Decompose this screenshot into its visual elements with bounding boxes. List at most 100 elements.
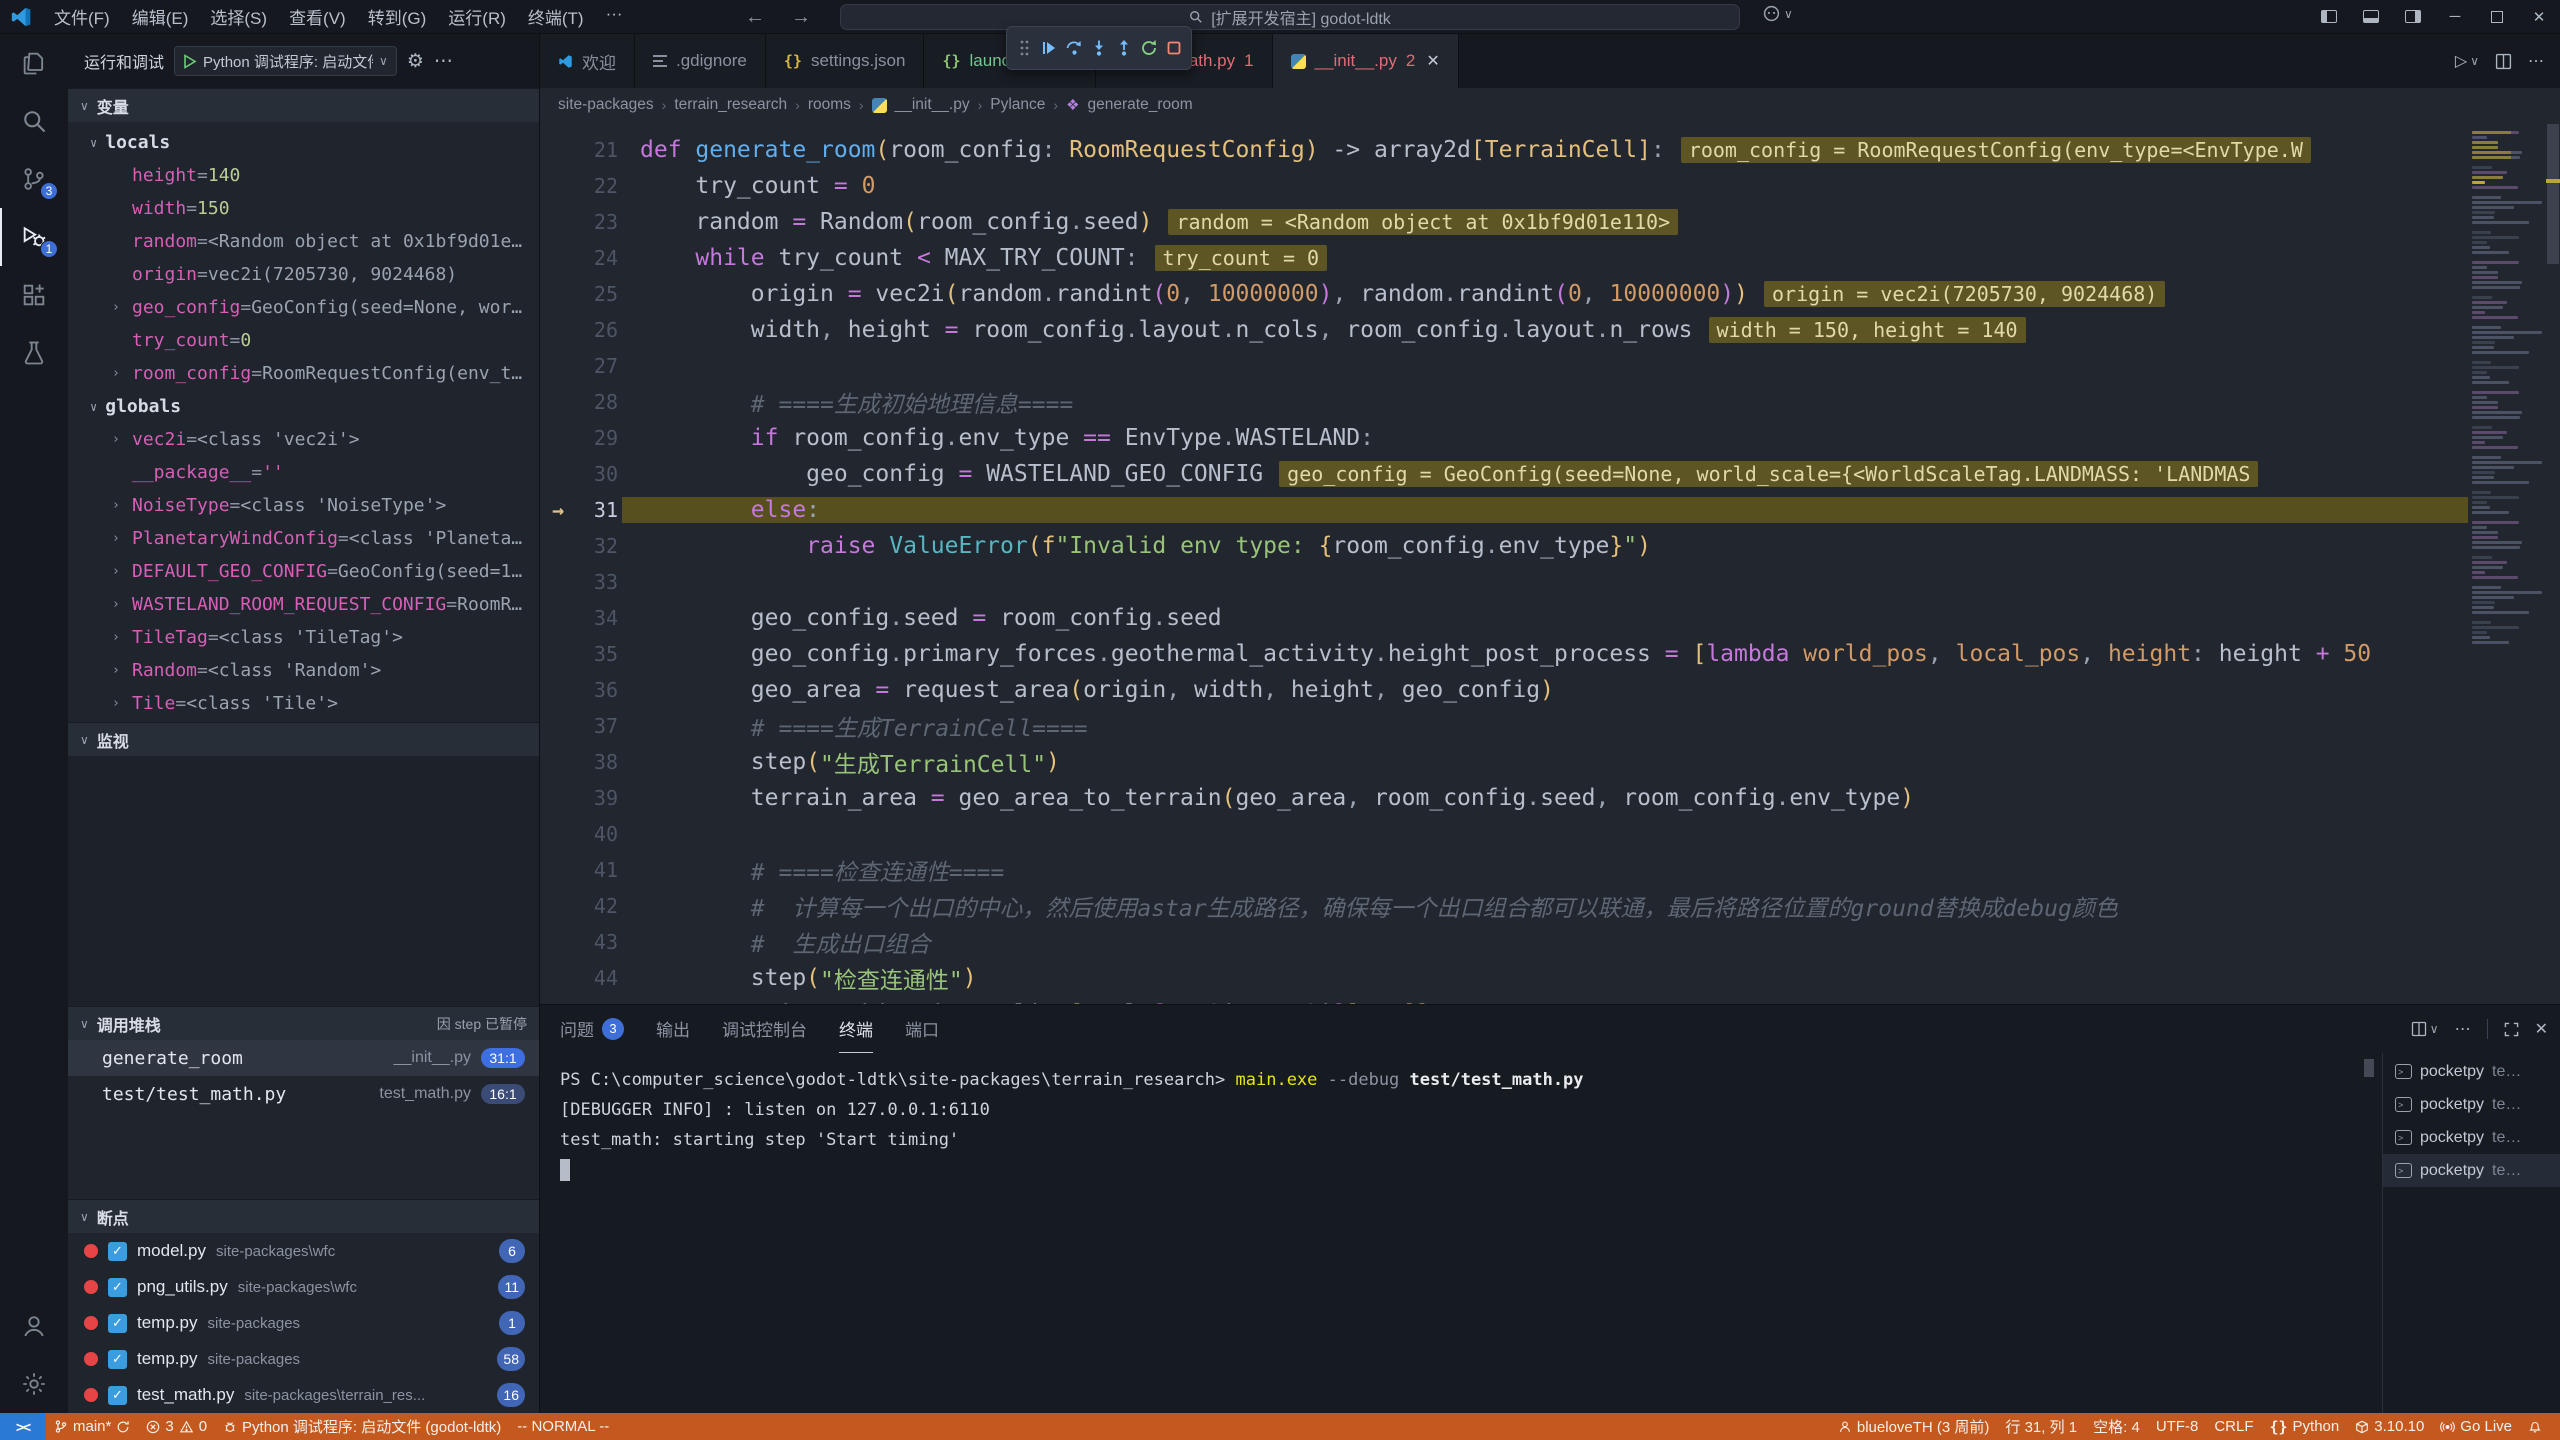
code-line[interactable]: 41 # ====检查连通性==== — [540, 852, 2560, 888]
breakpoint-checkbox[interactable]: ✓ — [108, 1242, 127, 1261]
run-python-file-button[interactable]: ▷ ∨ — [2455, 51, 2479, 71]
section-callstack[interactable]: ∨ 调用堆栈 因 step 已暂停 — [68, 1006, 539, 1040]
code-line[interactable]: 21def generate_room(room_config: RoomReq… — [540, 132, 2560, 168]
code-line[interactable]: 25 origin = vec2i(random.randint(0, 1000… — [540, 276, 2560, 312]
code-line[interactable]: 45 exit_combinations: list[tuple[vec2i, … — [540, 996, 2560, 1004]
more-actions-icon[interactable]: ⋯ — [2528, 51, 2544, 71]
activity-run-debug[interactable]: 1 — [0, 208, 68, 266]
code-editor[interactable]: 2021def generate_room(room_config: RoomR… — [540, 122, 2560, 1004]
breadcrumb[interactable]: site-packages›terrain_research›rooms›__i… — [540, 88, 2560, 122]
code-line[interactable]: 36 geo_area = request_area(origin, width… — [540, 672, 2560, 708]
code-line[interactable]: 29 if room_config.env_type == EnvType.WA… — [540, 420, 2560, 456]
variables-group[interactable]: ∨locals — [68, 126, 539, 159]
toggle-sidebar-icon[interactable] — [2308, 0, 2350, 34]
language-mode-status[interactable]: {} Python — [2261, 1418, 2347, 1436]
terminal-list-item[interactable]: >pocketpyte… — [2383, 1055, 2560, 1088]
variable-row[interactable]: ›vec2i = <class 'vec2i'> — [68, 423, 539, 456]
code-line[interactable]: 43 # 生成出口组合 — [540, 924, 2560, 960]
terminal-output[interactable]: PS C:\computer_science\godot-ldtk\site-p… — [560, 1065, 2360, 1413]
section-breakpoints[interactable]: ∨ 断点 — [68, 1199, 539, 1233]
variable-row[interactable]: ›Random = <class 'Random'> — [68, 654, 539, 687]
variable-row[interactable]: ›geo_config = GeoConfig(seed=None, wor… — [68, 291, 539, 324]
activity-accounts[interactable] — [0, 1297, 68, 1355]
breakpoint-checkbox[interactable]: ✓ — [108, 1314, 127, 1333]
breakpoint-row[interactable]: ✓model.pysite-packages\wfc6 — [68, 1233, 539, 1269]
variable-row[interactable]: ›WASTELAND_ROOM_REQUEST_CONFIG = RoomR… — [68, 588, 539, 621]
more-actions-icon[interactable]: ⋯ — [434, 50, 453, 73]
debug-continue-button[interactable] — [1038, 33, 1061, 63]
nav-forward-icon[interactable]: → — [791, 6, 811, 29]
menu-item[interactable]: ··· — [596, 0, 633, 33]
variable-row[interactable]: __package__ = '' — [68, 456, 539, 489]
breakpoint-row[interactable]: ✓png_utils.pysite-packages\wfc11 — [68, 1269, 539, 1305]
panel-tab[interactable]: 调试控制台 — [722, 1005, 807, 1053]
menu-item[interactable]: 查看(V) — [279, 0, 356, 33]
variable-row[interactable]: ›PlanetaryWindConfig = <class 'Planeta… — [68, 522, 539, 555]
variable-row[interactable]: ›DEFAULT_GEO_CONFIG = GeoConfig(seed=1… — [68, 555, 539, 588]
python-version-status[interactable]: 3.10.10 — [2347, 1418, 2432, 1435]
menu-item[interactable]: 运行(R) — [438, 0, 516, 33]
breadcrumb-item[interactable]: rooms — [808, 96, 851, 114]
cursor-position-status[interactable]: 行 31, 列 1 — [1997, 1416, 2085, 1437]
launch-config-select[interactable]: Python 调试程序: 启动文件 ∨ — [174, 46, 397, 76]
code-line[interactable]: 37 # ====生成TerrainCell==== — [540, 708, 2560, 744]
menu-item[interactable]: 转到(G) — [358, 0, 437, 33]
terminal-list-item[interactable]: >pocketpyte… — [2383, 1121, 2560, 1154]
code-line[interactable]: 32 raise ValueError(f"Invalid env type: … — [540, 528, 2560, 564]
minimize-button[interactable]: ─ — [2434, 0, 2476, 34]
breakpoint-checkbox[interactable]: ✓ — [108, 1386, 127, 1405]
panel-tab[interactable]: 问题3 — [560, 1005, 624, 1053]
code-line[interactable]: 20 — [540, 122, 2560, 132]
terminal-list-item[interactable]: >pocketpyte… — [2383, 1088, 2560, 1121]
code-line[interactable]: 22 try_count = 0 — [540, 168, 2560, 204]
code-line[interactable]: 35 geo_config.primary_forces.geothermal_… — [540, 636, 2560, 672]
toggle-panel-icon[interactable] — [2350, 0, 2392, 34]
split-editor-icon[interactable] — [2495, 53, 2512, 70]
callstack-frame[interactable]: generate_room__init__.py31:1 — [68, 1040, 539, 1076]
breakpoint-row[interactable]: ✓temp.pysite-packages1 — [68, 1305, 539, 1341]
close-panel-icon[interactable]: ✕ — [2535, 1019, 2548, 1039]
section-variables[interactable]: ∨ 变量 — [68, 88, 539, 122]
minimap[interactable] — [2468, 122, 2546, 1004]
split-terminal-button[interactable]: ∨ — [2411, 1021, 2439, 1037]
panel-tab[interactable]: 端口 — [905, 1005, 939, 1053]
breakpoint-row[interactable]: ✓test_math.pysite-packages\terrain_res..… — [68, 1377, 539, 1413]
variable-row[interactable]: random = <Random object at 0x1bf9d01e… — [68, 225, 539, 258]
code-line[interactable]: 42 # 计算每一个出口的中心，然后使用astar生成路径，确保每一个出口组合都… — [540, 888, 2560, 924]
problems-status[interactable]: 3 0 — [138, 1418, 215, 1435]
breakpoint-checkbox[interactable]: ✓ — [108, 1350, 127, 1369]
breakpoint-checkbox[interactable]: ✓ — [108, 1278, 127, 1297]
indentation-status[interactable]: 空格: 4 — [2085, 1416, 2148, 1437]
activity-explorer[interactable] — [0, 34, 68, 92]
code-line[interactable]: 33 — [540, 564, 2560, 600]
editor-scrollbar[interactable] — [2546, 122, 2560, 1004]
menu-item[interactable]: 文件(F) — [44, 0, 120, 33]
code-line[interactable]: 44 step("检查连通性") — [540, 960, 2560, 996]
vim-mode-status[interactable]: -- NORMAL -- — [509, 1418, 617, 1435]
debug-step-into-button[interactable] — [1088, 33, 1111, 63]
menu-item[interactable]: 选择(S) — [200, 0, 277, 33]
breadcrumb-item[interactable]: site-packages — [558, 96, 654, 114]
variables-group[interactable]: ∨globals — [68, 390, 539, 423]
code-line[interactable]: 26 width, height = room_config.layout.n_… — [540, 312, 2560, 348]
code-line[interactable]: 23 random = Random(room_config.seed)rand… — [540, 204, 2560, 240]
terminal-list-item[interactable]: >pocketpyte… — [2383, 1154, 2560, 1187]
code-line[interactable]: 27 — [540, 348, 2560, 384]
command-center[interactable]: [扩展开发宿主] godot-ldtk — [840, 4, 1740, 30]
variable-row[interactable]: ›room_config = RoomRequestConfig(env_t… — [68, 357, 539, 390]
panel-tab[interactable]: 输出 — [656, 1005, 690, 1053]
editor-tab[interactable]: __init__.py2✕ — [1273, 34, 1459, 88]
section-watch[interactable]: ∨ 监视 — [68, 722, 539, 756]
more-actions-icon[interactable]: ⋯ — [2455, 1019, 2471, 1039]
breadcrumb-item[interactable]: generate_room — [1088, 96, 1193, 114]
toggle-secondary-sidebar-icon[interactable] — [2392, 0, 2434, 34]
code-line[interactable]: →31 else: — [540, 492, 2560, 528]
variable-row[interactable]: height = 140 — [68, 159, 539, 192]
code-line[interactable]: 28 # ====生成初始地理信息==== — [540, 384, 2560, 420]
terminal-scrollbar[interactable] — [2364, 1059, 2374, 1077]
debug-step-over-button[interactable] — [1063, 33, 1086, 63]
breadcrumb-item[interactable]: __init__.py — [895, 96, 970, 114]
maximize-panel-icon[interactable] — [2504, 1022, 2519, 1037]
breadcrumb-item[interactable]: Pylance — [990, 96, 1045, 114]
gear-icon[interactable]: ⚙ — [407, 50, 424, 73]
